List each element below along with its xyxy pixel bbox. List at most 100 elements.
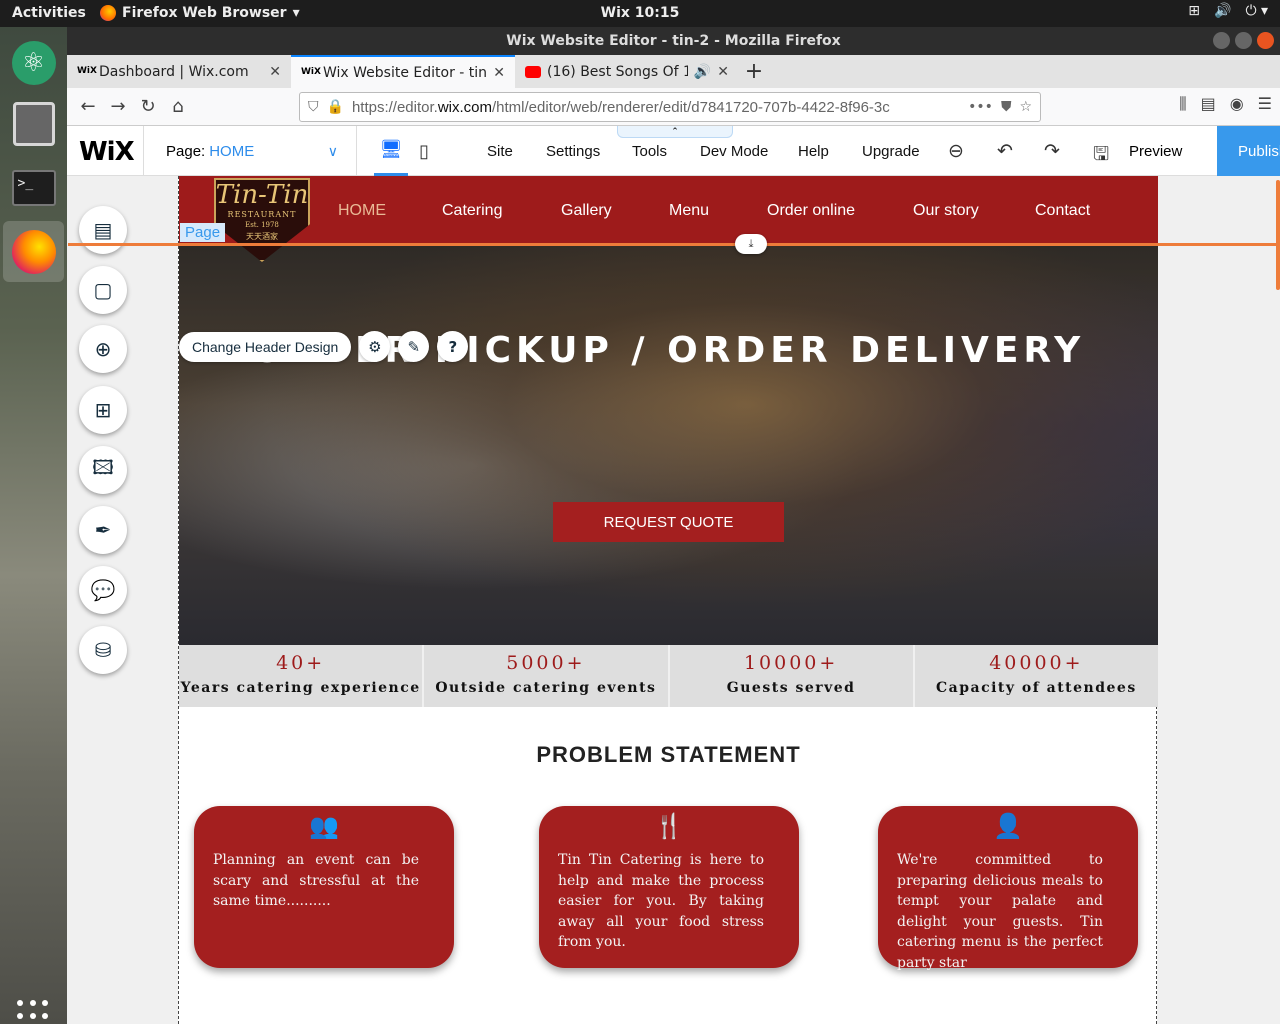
menu-tools[interactable]: Tools xyxy=(632,143,667,160)
tracking-shield-icon[interactable]: ⛉ xyxy=(308,99,319,115)
window-title: Wix Website Editor - tin-2 - Mozilla Fir… xyxy=(506,33,841,49)
card-text: Planning an event can be scary and stres… xyxy=(213,852,419,909)
volume-icon: 🔊 xyxy=(1214,3,1232,19)
save-icon[interactable]: 🖫 xyxy=(1093,140,1109,172)
stat-label: Guests served xyxy=(726,680,856,696)
minimize-icon[interactable] xyxy=(1213,32,1230,49)
redo-icon[interactable]: ↷ xyxy=(1044,140,1060,163)
header-stretch-handle[interactable]: ⤓ xyxy=(735,234,767,254)
card-text: Tin Tin Catering is here to help and mak… xyxy=(558,852,764,950)
problem-card[interactable]: 👤 We're committed to preparing delicious… xyxy=(878,806,1138,971)
stats-strip[interactable]: 40+ Years catering experience 5000+ Outs… xyxy=(179,645,1158,707)
page-selector-value: HOME xyxy=(209,142,255,160)
sidebar-icon[interactable]: ▤ xyxy=(1201,94,1216,114)
reload-icon[interactable]: ↻ xyxy=(133,92,163,122)
new-tab-button[interactable]: + xyxy=(739,55,769,88)
logo-title: Tin-Tin xyxy=(215,180,309,210)
tab-youtube[interactable]: (16) Best Songs Of 1980s 🔊 ✕ xyxy=(515,55,739,88)
add-apps-icon[interactable]: ⊞ xyxy=(79,386,127,434)
dock-firefox[interactable] xyxy=(3,221,64,282)
header-tools: Change Header Design ⚙ ✎ ? xyxy=(179,331,469,362)
forward-icon[interactable]: → xyxy=(103,92,133,122)
logo-subtitle: RESTAURANT xyxy=(227,210,297,219)
url-bar[interactable]: ⛉ 🔒 https://editor.wix.com/html/editor/w… xyxy=(299,92,1041,122)
site-nav-home[interactable]: HOME xyxy=(338,202,386,220)
editor-stage: ▤ ▢ ⊕ ⊞ 🖾 ✒ 💬 ⛁ HOME Catering Gallery Me… xyxy=(67,176,1280,1024)
undo-icon[interactable]: ↶ xyxy=(997,140,1013,163)
back-icon[interactable]: ← xyxy=(73,92,103,122)
problem-card[interactable]: 👥 Planning an event can be scary and str… xyxy=(194,806,454,968)
bookmark-star-icon[interactable]: ☆ xyxy=(1019,99,1032,115)
blog-pen-icon[interactable]: ✒ xyxy=(79,506,127,554)
site-logo[interactable]: Tin-Tin RESTAURANT Est. 1978 天天酒家 xyxy=(214,178,310,262)
site-nav-our-story[interactable]: Our story xyxy=(913,202,979,220)
tab-label: Wix Website Editor - tin-2 xyxy=(323,64,488,81)
site-nav-order-online[interactable]: Order online xyxy=(767,202,855,220)
library-icon[interactable]: ⫼ xyxy=(1179,94,1186,114)
zoom-out-icon[interactable]: ⊖ xyxy=(948,140,964,163)
background-icon[interactable]: ▢ xyxy=(79,266,127,314)
clock[interactable]: Wix 10:15 xyxy=(0,5,1280,21)
design-brush-icon[interactable]: ✎ xyxy=(398,331,430,362)
system-tray[interactable]: ⊞ 🔊 ⏻ ▾ xyxy=(1188,3,1268,19)
page-actions-icon[interactable]: ••• xyxy=(968,99,993,115)
tab-label: (16) Best Songs Of 1980s xyxy=(547,63,688,80)
media-icon[interactable]: 🖾 xyxy=(79,446,127,494)
problem-card[interactable]: 🍴 Tin Tin Catering is here to help and m… xyxy=(539,806,799,968)
site-nav-menu[interactable]: Menu xyxy=(669,202,709,220)
fork-knife-icon: 🍴 xyxy=(654,812,684,840)
mobile-view-icon[interactable]: ▯ xyxy=(407,126,441,176)
dock-terminal[interactable]: >_ xyxy=(3,157,64,218)
wix-logo[interactable]: WiX xyxy=(79,137,135,167)
chat-icon[interactable]: 💬 xyxy=(79,566,127,614)
hero-strip[interactable]: ORDER PICKUP / ORDER DELIVERY REQUEST QU… xyxy=(179,244,1158,645)
menu-settings[interactable]: Settings xyxy=(546,143,600,160)
help-question-icon[interactable]: ? xyxy=(437,331,469,362)
stat-number: 40000+ xyxy=(989,652,1084,674)
url-text[interactable]: https://editor.wix.com/html/editor/web/r… xyxy=(352,99,960,116)
menu-upgrade[interactable]: Upgrade xyxy=(862,143,920,160)
desktop-view-icon[interactable]: 🖥 xyxy=(374,126,408,176)
menu-site[interactable]: Site xyxy=(487,143,513,160)
page-tag[interactable]: Page xyxy=(180,223,226,242)
account-icon[interactable]: ◉ xyxy=(1230,94,1244,114)
show-applications-icon[interactable] xyxy=(17,1000,49,1024)
close-tab-icon[interactable]: ✕ xyxy=(269,64,281,80)
maximize-icon[interactable] xyxy=(1235,32,1252,49)
pages-icon[interactable]: ▤ xyxy=(79,206,127,254)
close-tab-icon[interactable]: ✕ xyxy=(717,64,729,80)
settings-gear-icon[interactable]: ⚙ xyxy=(359,331,391,362)
add-icon[interactable]: ⊕ xyxy=(79,325,127,373)
stage-scrollbar[interactable] xyxy=(1276,180,1280,290)
stat-number: 5000+ xyxy=(506,652,586,674)
site-nav-catering[interactable]: Catering xyxy=(442,202,502,220)
page-selector[interactable]: Page: HOME ∨ xyxy=(143,126,357,176)
dock-atom[interactable]: ⚛ xyxy=(3,32,64,93)
change-header-design-button[interactable]: Change Header Design xyxy=(179,331,352,362)
site-header[interactable]: HOME Catering Gallery Menu Order online … xyxy=(179,176,1158,244)
close-window-icon[interactable] xyxy=(1257,32,1274,49)
lock-icon[interactable]: 🔒 xyxy=(327,99,344,115)
tab-wix-editor[interactable]: WiX Wix Website Editor - tin-2 ✕ xyxy=(291,55,515,88)
pocket-icon[interactable]: ⛊ xyxy=(1001,99,1012,115)
publish-button[interactable]: Publish xyxy=(1217,126,1280,176)
request-quote-button[interactable]: REQUEST QUOTE xyxy=(553,502,784,542)
menu-dev-mode[interactable]: Dev Mode xyxy=(700,143,768,160)
header-boundary-guide xyxy=(68,243,1280,246)
tab-dashboard[interactable]: WiX Dashboard | Wix.com ✕ xyxy=(67,55,291,88)
stat-label: Years catering experience xyxy=(180,680,421,696)
site-nav-contact[interactable]: Contact xyxy=(1035,202,1090,220)
site-nav-gallery[interactable]: Gallery xyxy=(561,202,612,220)
preview-button[interactable]: Preview xyxy=(1129,143,1182,160)
menu-icon[interactable]: ☰ xyxy=(1258,94,1272,114)
audio-playing-icon[interactable]: 🔊 xyxy=(694,64,711,80)
collapse-toolbar-handle[interactable]: ⌃ xyxy=(617,126,733,138)
dock-files[interactable] xyxy=(3,93,64,154)
close-tab-icon[interactable]: ✕ xyxy=(493,65,505,81)
database-icon[interactable]: ⛁ xyxy=(79,626,127,674)
problem-statement-title[interactable]: PROBLEM STATEMENT xyxy=(179,742,1158,768)
home-icon[interactable]: ⌂ xyxy=(163,92,193,122)
menu-help[interactable]: Help xyxy=(798,143,829,160)
logo-chinese: 天天酒家 xyxy=(246,232,278,241)
window-titlebar: Wix Website Editor - tin-2 - Mozilla Fir… xyxy=(67,27,1280,55)
